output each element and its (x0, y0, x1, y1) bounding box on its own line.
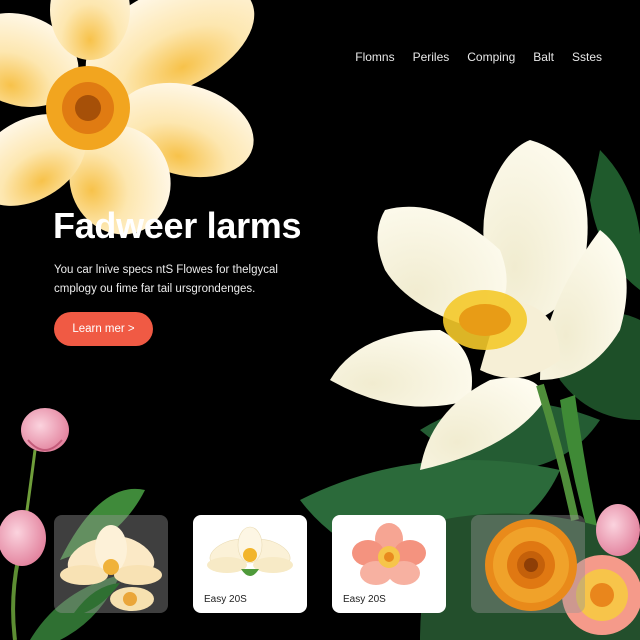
hero-description-line-2: cmplogy ou fime far tail ursgrondenges. (54, 283, 256, 295)
flower-card-3[interactable]: Easy 20S (332, 515, 446, 613)
learn-more-button[interactable]: Learn mer > (54, 312, 153, 346)
flower-card-2[interactable]: Easy 20S (193, 515, 307, 613)
nav-item-flomns[interactable]: Flomns (355, 50, 394, 64)
hero-title: Fadweer larms (53, 205, 302, 246)
card-caption-3: Easy 20S (343, 594, 386, 605)
flower-card-4[interactable] (471, 515, 585, 613)
cream-lotus-icon (60, 525, 162, 613)
nav-item-balt[interactable]: Balt (533, 50, 554, 64)
orange-daisy-icon (485, 519, 577, 611)
hero-description: You car lnive specs ntS Flowes for thelg… (54, 261, 344, 299)
top-nav: Flomns Periles Comping Balt Sstes (355, 50, 602, 64)
nav-item-periles[interactable]: Periles (413, 50, 450, 64)
flower-card-1[interactable] (54, 515, 168, 613)
card-caption-2: Easy 20S (204, 594, 247, 605)
hero-description-line-1: You car lnive specs ntS Flowes for thelg… (54, 264, 278, 276)
nav-item-comping[interactable]: Comping (467, 50, 515, 64)
nav-item-sstes[interactable]: Sstes (572, 50, 602, 64)
